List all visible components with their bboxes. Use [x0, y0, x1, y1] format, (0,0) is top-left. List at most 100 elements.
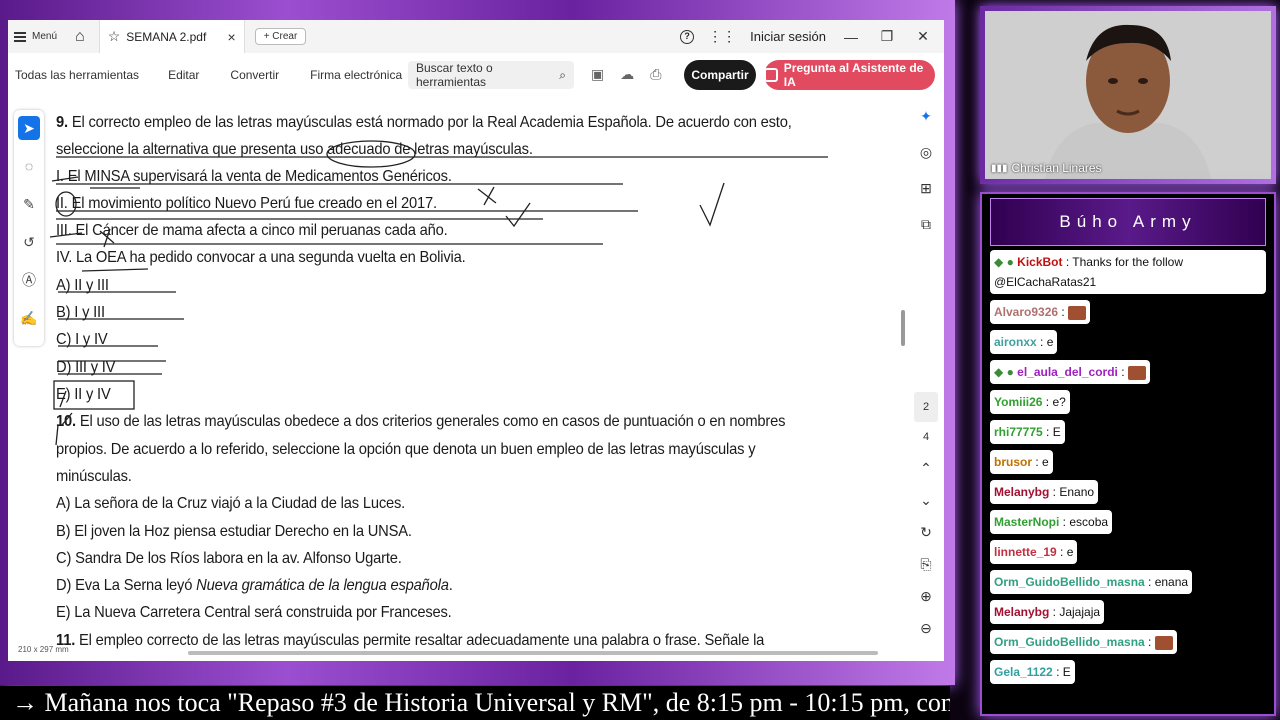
chat-username[interactable]: Melanybg	[994, 485, 1049, 499]
chat-username[interactable]: brusor	[994, 455, 1032, 469]
esign-link[interactable]: Firma electrónica	[310, 68, 402, 82]
save-icon[interactable]: ▣	[591, 66, 604, 83]
chat-username[interactable]: KickBot	[1017, 255, 1062, 269]
chat-message: brusor : e	[990, 450, 1270, 480]
q10-line1: 10. El uso de las letras mayúsculas obed…	[56, 413, 786, 430]
q10-line2: propios. De acuerdo a lo referido, selec…	[56, 441, 756, 458]
badge-icon: ◆ ●	[994, 365, 1018, 379]
chat-bubble: MasterNopi : escoba	[990, 510, 1113, 534]
lasso-icon[interactable]: ↺	[18, 230, 40, 254]
apps-grid-icon[interactable]: ⋮⋮	[708, 28, 736, 45]
webcam-frame: ▮▮▮ Christian Linares	[980, 6, 1276, 184]
toolbar: Todas las herramientas Editar Convertir …	[8, 58, 944, 92]
badge-icon: ◆ ●	[994, 255, 1018, 269]
chat-username[interactable]: Gela_1122	[994, 665, 1053, 679]
chat-username[interactable]: aironxx	[994, 335, 1037, 349]
page-fit-icon[interactable]: ⎘	[920, 548, 931, 580]
q9-item-ii: II. El movimiento político Nuevo Perú fu…	[56, 195, 437, 212]
signin-button[interactable]: Iniciar sesión	[750, 29, 826, 44]
chat-username[interactable]: Orm_GuidoBellido_masna	[994, 635, 1145, 649]
q10-number: 10.	[56, 413, 76, 430]
home-icon[interactable]: ⌂	[75, 28, 85, 46]
chat-message: Yomiii26 : e?	[990, 390, 1270, 420]
chat-text: : e	[1032, 455, 1049, 469]
minimize-button[interactable]: —	[840, 29, 862, 45]
ai-sparkle-icon[interactable]: ✦	[920, 108, 932, 130]
chat-username[interactable]: el_aula_del_cordi	[1017, 365, 1118, 379]
chat-message: MasterNopi : escoba	[990, 510, 1270, 540]
refresh-icon[interactable]: ↻	[920, 516, 932, 548]
q11-line1: 11. El empleo correcto de las letras may…	[56, 632, 765, 649]
q9-option-e: E) II y IV	[56, 386, 111, 403]
zoom-in-icon[interactable]: ⊕	[920, 580, 932, 612]
zoom-out-icon[interactable]: ⊖	[920, 612, 932, 644]
chat-text: : Enano	[1049, 485, 1095, 499]
chat-bubble: aironxx : e	[990, 330, 1058, 354]
q9-option-c: C) I y IV	[56, 331, 108, 348]
chat-bubble: linnette_19 : e	[990, 540, 1078, 564]
all-tools-link[interactable]: Todas las herramientas	[15, 68, 139, 82]
print-icon[interactable]: ⎙	[650, 66, 661, 83]
close-tab-icon[interactable]: ×	[228, 29, 236, 45]
chat-username[interactable]: Alvaro9326	[994, 305, 1058, 319]
chat-text: : escoba	[1059, 515, 1109, 529]
current-page[interactable]: 2	[914, 392, 938, 422]
edit-link[interactable]: Editar	[168, 68, 199, 82]
window-close-button[interactable]: ✕	[912, 28, 934, 45]
restore-button[interactable]: ❐	[876, 28, 898, 45]
stamp-icon[interactable]: ✍	[18, 306, 40, 330]
right-tool-rail: ✦ ◎ ⊞ ⧉ 2 4 ⌃ ⌄ ↻ ⎘ ⊕ ⊖	[911, 108, 941, 658]
chat-message: Gela_1122 : E	[990, 660, 1270, 690]
share-button[interactable]: Compartir	[684, 60, 756, 90]
chat-bubble: Melanybg : Enano	[990, 480, 1099, 504]
chat-message: aironxx : e	[990, 330, 1270, 360]
q9-item-iv: IV. La OEA ha pedido convocar a una segu…	[56, 249, 466, 266]
comment-icon[interactable]: ◌	[18, 154, 40, 178]
star-icon[interactable]: ☆	[108, 28, 121, 45]
create-button[interactable]: + Crear	[254, 28, 307, 45]
help-icon[interactable]: ?	[680, 29, 695, 44]
pdf-page: 9. El correcto empleo de las letras mayú…	[38, 95, 906, 650]
chat-bubble: brusor : e	[990, 450, 1053, 474]
chat-username[interactable]: rhi77775	[994, 425, 1043, 439]
bookmarks-icon[interactable]: ⊞	[920, 180, 932, 202]
tab-title: SEMANA 2.pdf	[126, 29, 207, 44]
copy-pages-icon[interactable]: ⧉	[921, 216, 931, 238]
presenter-name: Christian Linares	[1011, 161, 1102, 175]
ai-assistant-button[interactable]: Pregunta al Asistente de IA	[764, 60, 935, 90]
convert-link[interactable]: Convertir	[230, 68, 279, 82]
chat-message-list: ◆ ● KickBot : Thanks for the follow @ElC…	[990, 250, 1270, 690]
q9-option-d: D) III y IV	[56, 359, 116, 376]
upload-cloud-icon[interactable]: ☁	[620, 66, 634, 83]
q9-line1: 9. El correcto empleo de las letras mayú…	[56, 114, 792, 131]
vertical-scrollbar[interactable]	[901, 310, 905, 346]
pen-icon[interactable]: ✎	[18, 192, 40, 216]
chat-title: Búho Army	[990, 198, 1266, 246]
chat-text: :	[1117, 365, 1128, 379]
chat-username[interactable]: linnette_19	[994, 545, 1057, 559]
chevron-down-icon[interactable]: ⌄	[920, 484, 932, 516]
pdf-viewer-window: Menú ⌂ ☆ SEMANA 2.pdf × + Crear ? ⋮⋮ Ini…	[8, 20, 944, 661]
chat-bubble: Yomiii26 : e?	[990, 390, 1070, 414]
chat-username[interactable]: MasterNopi	[994, 515, 1059, 529]
text-select-icon[interactable]: Ⓐ	[18, 268, 40, 292]
signal-bars-icon: ▮▮▮	[991, 162, 1008, 174]
chevron-up-icon[interactable]: ⌃	[920, 452, 932, 484]
chat-text: :	[1058, 305, 1069, 319]
menu-button[interactable]: Menú	[14, 31, 57, 42]
comments-panel-icon[interactable]: ◎	[920, 144, 932, 166]
tab-document[interactable]: ☆ SEMANA 2.pdf ×	[98, 20, 245, 53]
chat-username[interactable]: Yomiii26	[994, 395, 1042, 409]
select-cursor-icon[interactable]: ➤	[18, 116, 40, 140]
chat-username[interactable]: Melanybg	[994, 605, 1049, 619]
page-size-label: 210 x 297 mm	[18, 645, 69, 654]
q9-option-b: B) I y III	[56, 304, 105, 321]
webcam-video: ▮▮▮ Christian Linares	[985, 11, 1271, 179]
chat-bubble: Orm_GuidoBellido_masna :	[990, 630, 1177, 654]
q10-option-d: D) Eva La Serna leyó Nueva gramática de …	[56, 577, 453, 594]
horizontal-scrollbar[interactable]	[188, 651, 878, 655]
chat-panel: Búho Army ◆ ● KickBot : Thanks for the f…	[980, 192, 1276, 716]
chat-bubble: ◆ ● el_aula_del_cordi :	[990, 360, 1150, 384]
chat-username[interactable]: Orm_GuidoBellido_masna	[994, 575, 1145, 589]
search-input[interactable]: Buscar texto o herramientas ⌕	[408, 61, 574, 89]
